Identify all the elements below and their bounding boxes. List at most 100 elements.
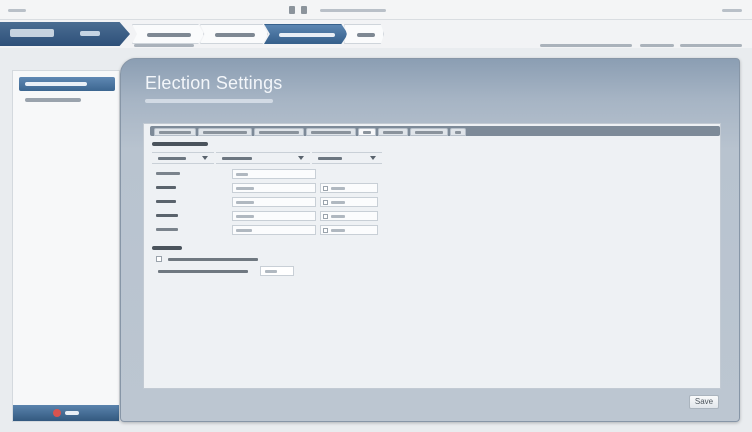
other-setting-2-label [158,270,248,273]
tab-1[interactable] [154,128,196,136]
other-setting-1 [156,254,276,264]
settings-row-1-field[interactable] [232,169,316,179]
settings-row-5-option[interactable] [320,225,378,235]
left-sidebar [12,70,120,422]
workflow-step-1[interactable] [132,24,204,44]
settings-row-5-label [156,228,178,231]
help-icon[interactable] [53,409,61,417]
tab-7-label [415,131,443,134]
settings-row-4-field[interactable] [232,211,316,221]
sidebar-item-election-settings-label [25,82,87,86]
sidebar-item-2-label [25,98,81,102]
window-icon[interactable] [289,6,295,14]
settings-row-3 [152,196,392,209]
settings-row-2 [152,182,392,195]
settings-row-2-label [156,186,176,189]
tab-4-label [311,131,351,134]
filter-dropdown-1-value [158,157,186,160]
workflow-step-2-label [215,33,255,37]
settings-content [143,123,721,389]
settings-row-3-option[interactable] [320,197,378,207]
main-panel: Election Settings Save [120,58,740,422]
workflow-step-1-label [147,33,191,37]
page-title: Election Settings [145,73,283,93]
settings-row-4-option-label [331,215,345,218]
settings-row-3-checkbox[interactable] [323,200,328,205]
sidebar-item-election-settings[interactable] [19,77,115,91]
other-setting-1-label [168,258,258,261]
tab-7[interactable] [410,128,448,136]
settings-row-5-checkbox[interactable] [323,228,328,233]
settings-row-5 [152,224,392,237]
settings-row-2-option[interactable] [320,183,378,193]
settings-row-1-label [156,172,180,175]
settings-row-4-checkbox[interactable] [323,214,328,219]
tab-3[interactable] [254,128,304,136]
brand-tag [80,31,100,36]
top-right-link[interactable] [722,9,742,12]
settings-row-3-option-label [331,201,345,204]
filter-dropdown-3[interactable] [312,152,382,164]
tab-5[interactable] [358,128,376,136]
tab-2-label [203,131,247,134]
tab-1-label [159,131,191,134]
tab-5-label [363,131,371,134]
election-date-info [680,44,742,47]
settings-row-3-label [156,200,176,203]
filter-dropdown-3-value [318,157,342,160]
workflow-step-3[interactable] [264,24,348,44]
sidebar-footer[interactable] [13,405,119,421]
workflow-step-2[interactable] [200,24,268,44]
chevron-down-icon [298,156,304,160]
filter-dropdown-2-value [222,157,252,160]
settings-row-4-value [236,215,254,218]
settings-row-5-option-label [331,229,345,232]
settings-row-4 [152,210,392,223]
settings-row-3-value [236,201,254,204]
top-center-info [320,9,386,12]
save-button[interactable]: Save [689,395,719,409]
page-subtitle [145,99,273,103]
tab-4[interactable] [306,128,356,136]
election-id-info [640,44,674,47]
current-election-info [540,44,632,47]
chevron-down-icon [202,156,208,160]
other-setting-2-input[interactable] [260,266,294,276]
settings-row-3-field[interactable] [232,197,316,207]
settings-row-4-label [156,214,178,217]
sidebar-footer-label [65,411,79,415]
chevron-down-icon [370,156,376,160]
settings-row-2-field[interactable] [232,183,316,193]
brand-wordmark [10,29,54,37]
section-heading [152,142,208,146]
tab-8-label [455,131,461,134]
top-title-bar [0,0,752,20]
workflow-step-3-label [279,33,335,37]
other-setting-2 [156,266,306,276]
workflow-step-4-label [357,33,375,37]
settings-row-2-option-label [331,187,345,190]
settings-tabs [150,126,720,136]
settings-row-5-field[interactable] [232,225,316,235]
top-left-label [8,9,26,12]
settings-row-5-value [236,229,252,232]
tab-3-label [259,131,299,134]
settings-row-4-option[interactable] [320,211,378,221]
tab-2[interactable] [198,128,252,136]
settings-row-2-checkbox[interactable] [323,186,328,191]
sidebar-item-2[interactable] [19,93,115,107]
other-setting-1-checkbox[interactable] [156,256,162,262]
filter-dropdown-2[interactable] [216,152,310,164]
settings-row-1-value [236,173,248,176]
filter-dropdown-1[interactable] [152,152,214,164]
settings-row-2-value [236,187,254,190]
tab-6[interactable] [378,128,408,136]
sub-info-left [134,44,194,47]
workflow-step-4[interactable] [344,24,384,44]
other-setting-2-value [265,270,277,273]
help-icon[interactable] [301,6,307,14]
settings-row-1 [152,168,392,181]
other-settings-heading [152,246,182,250]
brand-logo [0,22,130,46]
tab-8[interactable] [450,128,466,136]
